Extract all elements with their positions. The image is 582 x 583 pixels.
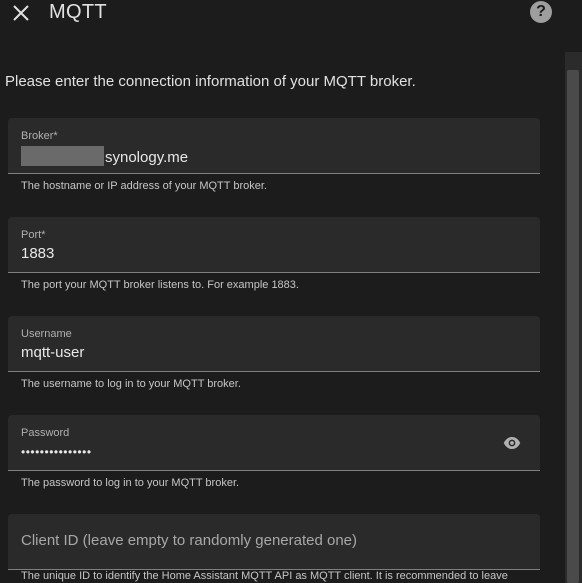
help-icon[interactable]: ?: [530, 1, 552, 23]
password-value[interactable]: •••••••••••••••: [21, 445, 92, 459]
password-helper: The password to log in to your MQTT brok…: [21, 477, 240, 489]
intro-text: Please enter the connection information …: [5, 73, 416, 90]
port-value[interactable]: 1883: [21, 245, 54, 262]
client-id-label: Client ID (leave empty to randomly gener…: [21, 532, 358, 549]
client-id-field[interactable]: Client ID (leave empty to randomly gener…: [8, 514, 540, 570]
password-field[interactable]: Password •••••••••••••••: [8, 415, 540, 471]
port-label: Port*: [21, 229, 46, 241]
username-helper: The username to log in to your MQTT brok…: [21, 378, 241, 390]
eye-icon[interactable]: [501, 434, 523, 452]
username-value[interactable]: mqtt-user: [21, 344, 84, 361]
port-field[interactable]: Port* 1883: [8, 217, 540, 273]
broker-value-text: synology.me: [105, 149, 189, 166]
close-icon[interactable]: [9, 1, 33, 25]
dialog-title: MQTT: [49, 1, 107, 23]
client-id-helper: The unique ID to identify the Home Assis…: [21, 570, 508, 582]
broker-helper: The hostname or IP address of your MQTT …: [21, 180, 267, 192]
username-field[interactable]: Username mqtt-user: [8, 316, 540, 372]
username-label: Username: [21, 328, 72, 340]
scrollbar-thumb[interactable]: [567, 70, 579, 583]
broker-value[interactable]: synology.me: [21, 146, 188, 166]
dialog-header: MQTT ?: [0, 0, 582, 34]
redacted-block: [21, 146, 104, 166]
port-helper: The port your MQTT broker listens to. Fo…: [21, 279, 299, 291]
password-label: Password: [21, 427, 70, 439]
broker-label: Broker*: [21, 130, 58, 142]
broker-field[interactable]: Broker* synology.me: [8, 118, 540, 174]
